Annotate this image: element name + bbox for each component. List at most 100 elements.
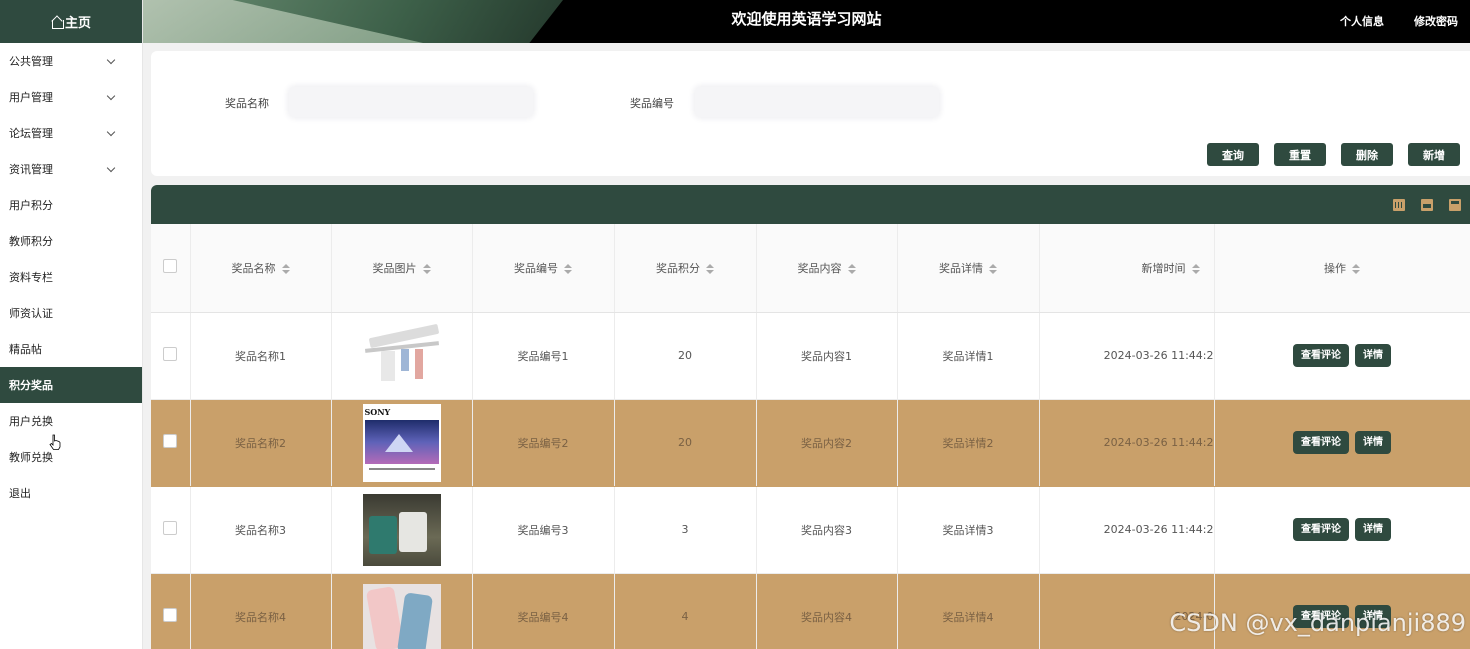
sidebar-item[interactable]: 教师兑换 (0, 439, 142, 475)
home-icon (51, 16, 64, 29)
add-button[interactable]: 新增 (1408, 143, 1460, 166)
profile-link[interactable]: 个人信息 (1340, 13, 1384, 29)
detail-button[interactable]: 详情 (1355, 431, 1391, 454)
home-label: 主页 (64, 16, 91, 31)
prize-points-cell: 20 (614, 312, 757, 400)
sidebar-item[interactable]: 用户管理 (0, 79, 142, 115)
prize-number-cell: 奖品编号2 (472, 399, 615, 487)
row-checkbox[interactable] (163, 434, 178, 448)
table-row[interactable]: 奖品名称1 奖品编号1 20 奖品内容1 奖品详情1 2024-03-26 11:44:2… (151, 312, 1470, 400)
sort-icon[interactable] (847, 263, 856, 274)
sidebar-item[interactable]: 用户兑换 (0, 403, 142, 439)
prize-name-cell: 奖品名称1 (190, 312, 332, 400)
table-toolbar (151, 185, 1470, 224)
sidebar-item-label: 师资认证 (9, 307, 53, 320)
table-row[interactable]: 奖品名称3 奖品编号3 3 奖品内容3 奖品详情3 2024-03-26 11:44:2 查… (151, 486, 1470, 574)
hand-cursor-icon (49, 434, 61, 450)
chevron-down-icon (106, 127, 116, 137)
prize-number-input[interactable] (695, 87, 939, 117)
sidebar-item-label: 用户兑换 (9, 415, 53, 428)
sidebar-item[interactable]: 师资认证 (0, 295, 142, 331)
reset-button[interactable]: 重置 (1274, 143, 1326, 166)
prize-name-cell: 奖品名称2 (190, 399, 332, 487)
sort-icon[interactable] (564, 263, 572, 274)
prize-detail-cell: 奖品详情1 (897, 312, 1040, 400)
prize-image-drying-rack (362, 316, 441, 395)
table-row[interactable]: 奖品名称4 奖品编号4 4 奖品内容4 奖品详情4 2024-0 查看评论 详情 (151, 573, 1470, 649)
sidebar-item[interactable]: 精品帖 (0, 331, 142, 367)
change-password-link[interactable]: 修改密码 (1414, 13, 1458, 29)
view-comments-button[interactable]: 查看评论 (1293, 344, 1349, 367)
column-header[interactable]: 操作 (1213, 224, 1470, 313)
detail-button[interactable]: 详情 (1355, 344, 1391, 367)
sort-icon[interactable] (1352, 263, 1360, 274)
sidebar-item-label: 资讯管理 (9, 163, 53, 176)
table-header-row: 奖品名称 奖品图片 奖品编号 奖品积分 奖品内容 奖品详情 新增时间 操作 (151, 224, 1470, 313)
prize-image-mugs (362, 493, 441, 566)
row-checkbox[interactable] (163, 521, 178, 535)
prize-image-tv: SONY (362, 403, 441, 482)
prize-name-input[interactable] (289, 87, 533, 117)
sort-icon[interactable] (1191, 263, 1200, 274)
view-comments-button[interactable]: 查看评论 (1293, 605, 1349, 628)
print-icon[interactable] (1421, 199, 1433, 211)
prize-content-cell: 奖品内容3 (756, 486, 898, 574)
prize-image-cell (331, 312, 473, 400)
column-header[interactable]: 奖品图片 (331, 224, 473, 313)
chevron-down-icon (106, 55, 116, 65)
sidebar-item[interactable]: 论坛管理 (0, 115, 142, 151)
sidebar-item-label: 公共管理 (9, 55, 53, 68)
sidebar-item[interactable]: 教师积分 (0, 223, 142, 259)
row-checkbox[interactable] (163, 608, 178, 622)
actions-cell: 查看评论 详情 (1213, 573, 1470, 649)
sort-icon[interactable] (422, 263, 431, 274)
column-filter-icon[interactable] (1393, 199, 1405, 211)
prize-image-cell (331, 573, 473, 649)
sort-icon[interactable] (989, 263, 997, 274)
tv-brand-text: SONY (364, 406, 391, 417)
sidebar-item[interactable]: 积分奖品 (0, 367, 142, 403)
sidebar-item[interactable]: 资料专栏 (0, 259, 142, 295)
sidebar-item-label: 精品帖 (9, 343, 42, 356)
sidebar-item[interactable]: 用户积分 (0, 187, 142, 223)
column-header[interactable]: 奖品内容 (756, 224, 898, 313)
prize-name-cell: 奖品名称4 (190, 573, 332, 649)
query-button[interactable]: 查询 (1207, 143, 1259, 166)
column-header[interactable]: 奖品名称 (190, 224, 332, 313)
export-icon[interactable] (1449, 199, 1461, 211)
sidebar-item[interactable]: 资讯管理 (0, 151, 142, 187)
home-link[interactable]: 主页 (0, 0, 142, 43)
sidebar-item-label: 资料专栏 (9, 271, 53, 284)
column-header[interactable]: 新增时间 (1039, 224, 1215, 313)
table-row[interactable]: 奖品名称2 SONY 奖品编号2 20 奖品内容2 奖品详情2 2024-03-26 11:… (151, 399, 1470, 487)
delete-button[interactable]: 删除 (1341, 143, 1393, 166)
detail-button[interactable]: 详情 (1355, 605, 1391, 628)
top-header: 欢迎使用英语学习网站 个人信息 修改密码 (143, 0, 1470, 43)
chevron-down-icon (106, 163, 116, 173)
detail-button[interactable]: 详情 (1355, 518, 1391, 541)
actions-cell: 查看评论 详情 (1213, 312, 1470, 400)
row-select-cell (151, 312, 191, 400)
prize-number-cell: 奖品编号4 (472, 573, 615, 649)
prize-content-cell: 奖品内容4 (756, 573, 898, 649)
view-comments-button[interactable]: 查看评论 (1293, 518, 1349, 541)
select-all-checkbox[interactable] (163, 259, 178, 274)
prize-name-cell: 奖品名称3 (190, 486, 332, 574)
prize-image-cell: SONY (331, 399, 473, 487)
row-checkbox[interactable] (163, 347, 178, 361)
created-time-cell: 2024-03-26 11:44:2 (1039, 399, 1215, 487)
prize-points-cell: 4 (614, 573, 757, 649)
column-header[interactable]: 奖品详情 (897, 224, 1040, 313)
column-header[interactable]: 奖品积分 (614, 224, 757, 313)
row-select-cell (151, 399, 191, 487)
sidebar-item-label: 论坛管理 (9, 127, 53, 140)
column-header[interactable]: 奖品编号 (472, 224, 615, 313)
prize-detail-cell: 奖品详情4 (897, 573, 1040, 649)
sidebar-item[interactable]: 公共管理 (0, 43, 142, 79)
sidebar-item[interactable]: 退出 (0, 475, 142, 511)
select-all-cell (151, 224, 191, 313)
sort-icon[interactable] (281, 263, 290, 274)
sidebar-item-label: 教师兑换 (9, 451, 53, 464)
view-comments-button[interactable]: 查看评论 (1293, 431, 1349, 454)
sort-icon[interactable] (706, 263, 714, 274)
